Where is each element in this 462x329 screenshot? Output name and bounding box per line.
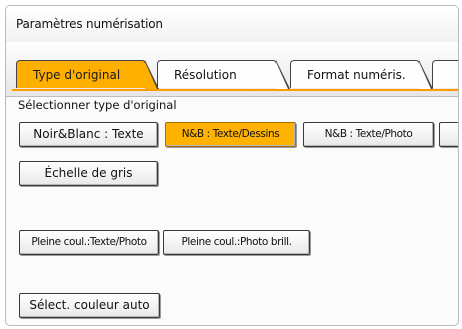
tab-resolution[interactable]: Résolution — [157, 60, 290, 89]
tab-more[interactable] — [432, 60, 458, 88]
bw-photo-button-partial[interactable]: N — [439, 122, 458, 147]
bw-text-button[interactable]: Noir&Blanc : Texte — [19, 122, 158, 147]
auto-color-select-button[interactable]: Sélect. couleur auto — [19, 293, 160, 318]
tab-scan-size[interactable]: Format numéris. — [290, 60, 433, 89]
grayscale-button[interactable]: Échelle de gris — [19, 161, 158, 186]
tab-bar: Type d'original Résolution Format numéri… — [12, 60, 458, 91]
title-bar: Paramètres numérisation — [6, 6, 458, 43]
bw-text-photo-button[interactable]: N&B : Texte/Photo — [303, 122, 434, 147]
tab-strip: Type d'original Résolution Format numéri… — [6, 42, 458, 97]
full-color-glossy-photo-button[interactable]: Pleine coul.:Photo brill. — [163, 230, 310, 255]
tab-original-type[interactable]: Type d'original — [16, 60, 159, 89]
full-color-text-photo-button[interactable]: Pleine coul.:Texte/Photo — [19, 230, 159, 255]
scan-settings-panel: Paramètres numérisation Type d'original … — [5, 5, 459, 326]
window-title: Paramètres numérisation — [16, 17, 163, 31]
bw-text-drawing-button[interactable]: N&B : Texte/Dessins — [165, 122, 296, 147]
select-original-type-label: Sélectionner type d'original — [18, 98, 177, 112]
